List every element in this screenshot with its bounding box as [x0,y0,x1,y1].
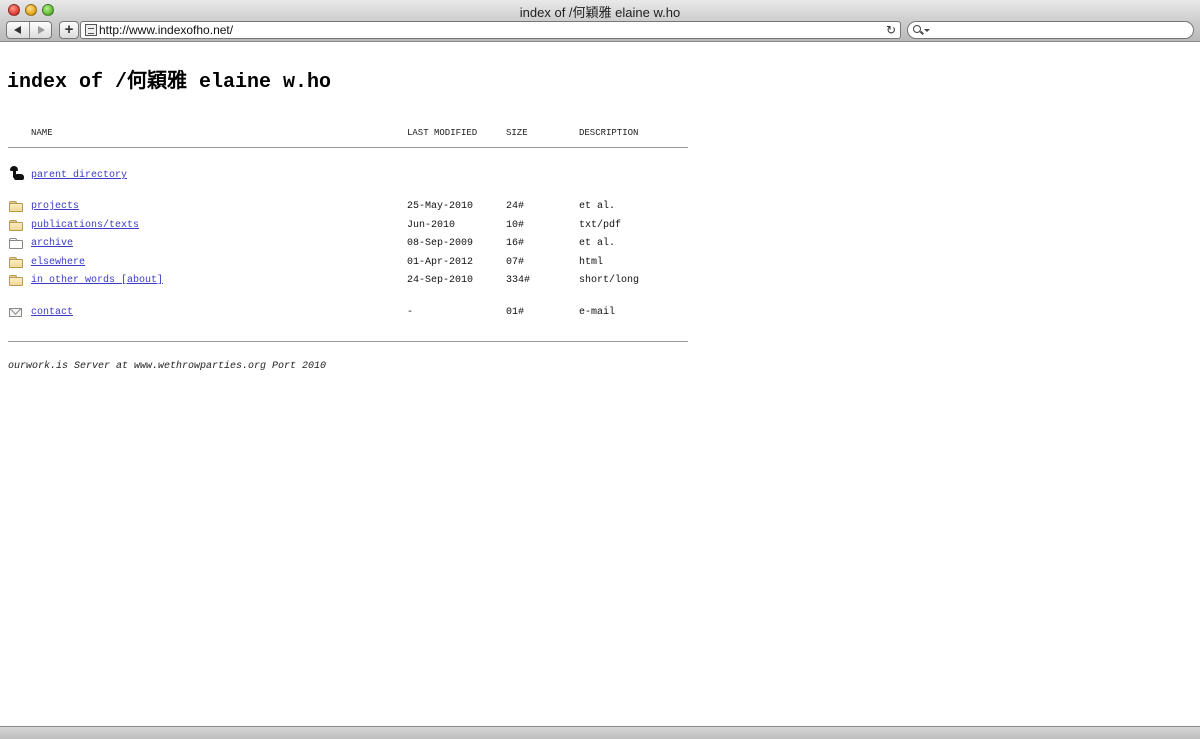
header-divider [8,147,688,148]
title-bar: index of /何穎雅 elaine w.ho [0,0,1200,20]
site-favicon-icon [85,24,97,36]
back-button[interactable] [7,22,29,38]
forward-button[interactable] [28,22,52,38]
entry-modified: Jun-2010 [407,220,456,231]
column-header-description[interactable]: DESCRIPTION [579,128,638,138]
entry-size: 07# [506,257,525,268]
open-folder-icon [9,238,23,249]
entry-link-archive[interactable]: archive [31,238,73,249]
mail-icon [9,308,22,317]
status-bar [0,726,1200,739]
entry-description: et al. [579,201,616,212]
entry-size: 334# [506,275,531,286]
search-menu-caret-icon[interactable] [924,29,930,32]
entry-size: 01# [506,307,525,318]
entry-size: 24# [506,201,525,212]
entry-description: et al. [579,238,616,249]
nav-buttons [6,21,52,39]
search-icon[interactable] [913,25,921,33]
table-row: publications/texts Jun-2010 10# txt/pdf [0,220,700,234]
entry-link-contact[interactable]: contact [31,307,73,318]
folder-icon [9,201,23,212]
table-row: archive 08-Sep-2009 16# et al. [0,238,700,252]
entry-size: 10# [506,220,525,231]
column-header-name[interactable]: NAME [31,128,53,138]
table-row: contact - 01# e-mail [0,307,700,321]
entry-modified: 08-Sep-2009 [407,238,474,249]
parent-directory-icon [10,166,24,180]
table-row: in other words [about] 24-Sep-2010 334# … [0,275,700,289]
browser-toolbar: + http://www.indexofho.net/ ↻ [0,20,1200,42]
entry-description: html [579,257,604,268]
entry-modified: 25-May-2010 [407,201,474,212]
entry-link-elsewhere[interactable]: elsewhere [31,257,85,268]
folder-icon [9,257,23,268]
table-row: elsewhere 01-Apr-2012 07# html [0,257,700,271]
folder-icon [9,275,23,286]
back-arrow-icon [14,26,21,34]
address-bar[interactable]: http://www.indexofho.net/ ↻ [80,21,901,39]
entry-description: e-mail [579,307,616,318]
server-signature: ourwork.is Server at www.wethrowparties.… [8,361,327,372]
entry-link-in-other-words[interactable]: in other words [about] [31,275,163,286]
parent-directory-row: parent directory [0,166,700,184]
entry-modified: 24-Sep-2010 [407,275,474,286]
entry-modified: 01-Apr-2012 [407,257,474,268]
folder-icon [9,220,23,231]
entry-description: short/long [579,275,640,286]
page-title: index of /何穎雅 elaine w.ho [7,71,332,94]
forward-arrow-icon [37,26,45,34]
table-row: projects 25-May-2010 24# et al. [0,201,700,215]
entry-link-projects[interactable]: projects [31,201,79,212]
column-header-last-modified[interactable]: LAST MODIFIED [407,128,477,138]
parent-directory-link[interactable]: parent directory [31,170,127,181]
column-header-size[interactable]: SIZE [506,128,528,138]
entry-size: 16# [506,238,525,249]
entry-link-publications-texts[interactable]: publications/texts [31,220,139,231]
search-field[interactable] [907,21,1194,39]
window-title: index of /何穎雅 elaine w.ho [519,5,681,20]
add-bookmark-button[interactable]: + [59,21,79,39]
reload-icon[interactable]: ↻ [886,22,896,38]
entry-modified: - [407,307,414,318]
footer-divider [8,341,688,342]
entry-description: txt/pdf [579,220,622,231]
url-text[interactable]: http://www.indexofho.net/ [99,23,233,37]
